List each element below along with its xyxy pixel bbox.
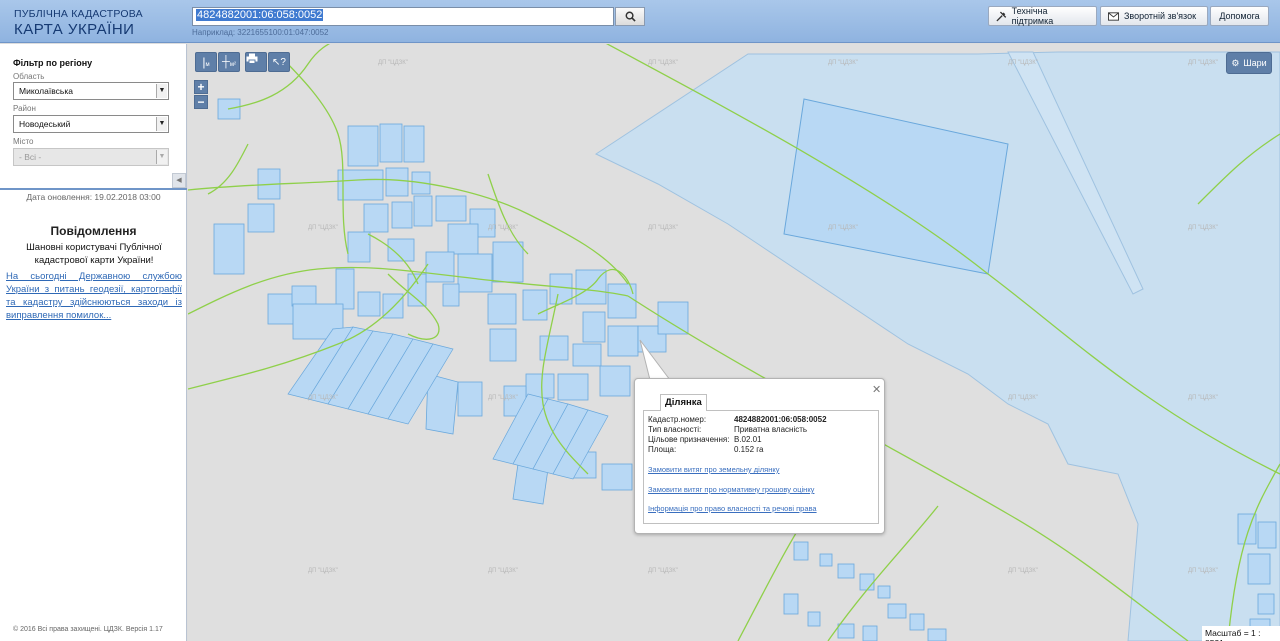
- svg-text:ДП "ЦДЗК": ДП "ЦДЗК": [1008, 395, 1038, 401]
- link-order-valuation-extract[interactable]: Замовити витяг про нормативну грошову оц…: [648, 485, 814, 494]
- support-button[interactable]: Технічна підтримка: [988, 6, 1097, 26]
- row-cadastral: Кадастр.номер: 4824882001:06:058:0052: [648, 415, 827, 424]
- row-value: В.02.01: [734, 435, 762, 444]
- logo[interactable]: ПУБЛІЧНА КАДАСТРОВА КАРТА УКРАЇНИ: [14, 9, 143, 37]
- svg-text:ДП "ЦДЗК": ДП "ЦДЗК": [1188, 568, 1218, 574]
- feedback-button[interactable]: Зворотній зв'язок: [1100, 6, 1208, 26]
- parcel-popup: ✕ Ділянка Кадастр.номер: 4824882001:06:05…: [634, 378, 885, 534]
- collapse-sidebar-button[interactable]: ◀: [172, 173, 186, 188]
- search-hint: Наприклад: 3221655100:01:047:0052: [192, 28, 329, 37]
- identify-button[interactable]: ↖?: [268, 52, 290, 72]
- city-label: Місто: [13, 137, 34, 146]
- tab-parcel[interactable]: Ділянка: [660, 394, 707, 411]
- row-purpose: Цільове призначення: В.02.01: [648, 435, 762, 444]
- header: ПУБЛІЧНА КАДАСТРОВА КАРТА УКРАЇНИ 482488…: [0, 0, 1280, 43]
- row-key: Тип власності:: [648, 425, 702, 434]
- svg-text:ДП "ЦДЗК": ДП "ЦДЗК": [1188, 225, 1218, 231]
- svg-text:ДП "ЦДЗК": ДП "ЦДЗК": [308, 395, 338, 401]
- search-box: 4824882001:06:058:0052: [192, 7, 645, 26]
- sidebar-divider: [0, 188, 187, 190]
- measure-area-button[interactable]: ┼ м²: [218, 52, 240, 72]
- logo-line1: ПУБЛІЧНА КАДАСТРОВА: [14, 8, 143, 20]
- sidebar: Фільтр по регіону Область Миколаївська ▼…: [0, 44, 187, 641]
- close-icon[interactable]: ✕: [872, 383, 881, 396]
- svg-text:ДП "ЦДЗК": ДП "ЦДЗК": [1008, 60, 1038, 66]
- row-key: Кадастр.номер:: [648, 415, 707, 424]
- svg-text:ДП "ЦДЗК": ДП "ЦДЗК": [488, 225, 518, 231]
- chevron-down-icon: ▼: [156, 84, 167, 98]
- svg-text:ДП "ЦДЗК": ДП "ЦДЗК": [828, 225, 858, 231]
- chevron-down-icon: ▼: [156, 117, 167, 131]
- gear-icon: ⚙: [1231, 57, 1240, 68]
- layers-label: Шари: [1243, 58, 1267, 68]
- svg-text:ДП "ЦДЗК": ДП "ЦДЗК": [648, 568, 678, 574]
- row-key: Площа:: [648, 445, 677, 454]
- svg-text:ДП "ЦДЗК": ДП "ЦДЗК": [488, 395, 518, 401]
- layers-button[interactable]: ⚙ Шари: [1226, 52, 1272, 74]
- update-date: Дата оновлення: 19.02.2018 03:00: [26, 192, 161, 202]
- zoom-in-button[interactable]: +: [194, 80, 208, 94]
- row-value: 4824882001:06:058:0052: [734, 415, 827, 424]
- scale-readout: Масштаб = 1 : 8531: [1202, 626, 1280, 641]
- row-value: Приватна власність: [734, 425, 808, 434]
- svg-text:ДП "ЦДЗК": ДП "ЦДЗК": [648, 225, 678, 231]
- svg-text:ДП "ЦДЗК": ДП "ЦДЗК": [308, 225, 338, 231]
- city-select[interactable]: - Всі - ▼: [13, 148, 169, 166]
- print-button[interactable]: [245, 52, 267, 72]
- city-value: - Всі -: [19, 152, 42, 162]
- help-label: Допомога: [1219, 11, 1260, 21]
- filter-title: Фільтр по регіону: [13, 58, 93, 68]
- copyright: © 2016 Всі права захищені. ЦДЗК. Версія …: [13, 626, 163, 633]
- oblast-label: Область: [13, 72, 45, 81]
- oblast-select[interactable]: Миколаївська ▼: [13, 82, 169, 100]
- zoom-out-button[interactable]: −: [194, 95, 208, 109]
- row-ownership: Тип власності: Приватна власність: [648, 425, 807, 434]
- popup-body: Кадастр.номер: 4824882001:06:058:0052 Тип…: [643, 410, 879, 524]
- measure-area-unit: м²: [229, 62, 236, 68]
- svg-text:ДП "ЦДЗК": ДП "ЦДЗК": [308, 568, 338, 574]
- rayon-select[interactable]: Новодеський ▼: [13, 115, 169, 133]
- printer-icon: [246, 53, 258, 64]
- map-canvas[interactable]: ДП "ЦДЗК" ДП "ЦДЗК" ДП "ЦДЗК" ДП "ЦДЗК" ДП "…: [188, 44, 1280, 641]
- feedback-label: Зворотній зв'язок: [1124, 11, 1197, 21]
- notice-text: Шановні користувачі Публічної кадастрово…: [26, 242, 162, 266]
- svg-text:ДП "ЦДЗК": ДП "ЦДЗК": [378, 60, 408, 66]
- row-area: Площа: 0.152 га: [648, 445, 763, 454]
- notice-title: Повідомлення: [50, 224, 137, 238]
- svg-text:ДП "ЦДЗК": ДП "ЦДЗК": [1188, 395, 1218, 401]
- area-icon: ┼: [222, 56, 230, 68]
- cursor-question-icon: ↖?: [272, 56, 286, 68]
- envelope-icon: [1108, 11, 1119, 21]
- map-layer: ДП "ЦДЗК" ДП "ЦДЗК" ДП "ЦДЗК" ДП "ЦДЗК" ДП "…: [188, 44, 1280, 641]
- svg-text:ДП "ЦДЗК": ДП "ЦДЗК": [488, 568, 518, 574]
- help-button[interactable]: Допомога: [1210, 6, 1269, 26]
- measure-distance-button[interactable]: | м: [195, 52, 217, 72]
- svg-text:ДП "ЦДЗК": ДП "ЦДЗК": [1008, 568, 1038, 574]
- oblast-value: Миколаївська: [19, 86, 73, 96]
- search-button[interactable]: [615, 7, 645, 26]
- link-ownership-info[interactable]: Інформація про право власності та речові…: [648, 504, 817, 513]
- row-key: Цільове призначення:: [648, 435, 730, 444]
- notice-link[interactable]: На сьогодні Державною службою України з …: [6, 270, 182, 322]
- svg-text:ДП "ЦДЗК": ДП "ЦДЗК": [1188, 60, 1218, 66]
- support-label: Технічна підтримка: [1011, 6, 1054, 26]
- chevron-down-icon: ▼: [156, 150, 167, 164]
- rayon-value: Новодеський: [19, 119, 71, 129]
- tools-icon: [996, 11, 1007, 21]
- svg-text:ДП "ЦДЗК": ДП "ЦДЗК": [648, 60, 678, 66]
- row-value: 0.152 га: [734, 445, 764, 454]
- link-order-parcel-extract[interactable]: Замовити витяг про земельну ділянку: [648, 465, 780, 474]
- logo-line2: КАРТА УКРАЇНИ: [14, 20, 135, 38]
- svg-text:ДП "ЦДЗК": ДП "ЦДЗК": [828, 60, 858, 66]
- measure-distance-unit: м: [205, 62, 210, 68]
- rayon-label: Район: [13, 104, 36, 113]
- search-input[interactable]: 4824882001:06:058:0052: [192, 7, 614, 26]
- search-input-value: 4824882001:06:058:0052: [196, 9, 324, 21]
- search-icon: [625, 11, 636, 22]
